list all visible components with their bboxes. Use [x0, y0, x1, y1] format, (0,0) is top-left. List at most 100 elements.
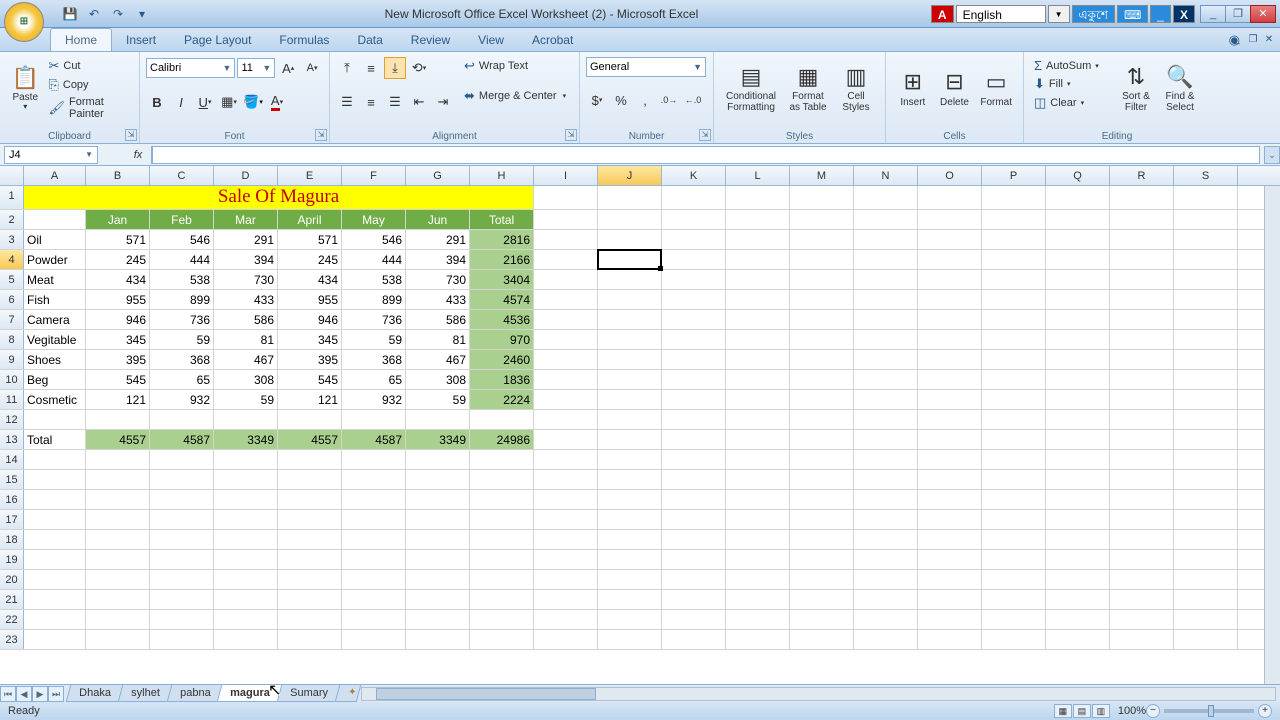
cell[interactable] [1110, 410, 1174, 429]
row-header[interactable]: 2 [0, 210, 24, 229]
cell[interactable] [1110, 490, 1174, 509]
fill-button[interactable]: ⬇Fill▾ [1030, 75, 1114, 93]
cell[interactable] [662, 430, 726, 449]
data-cell[interactable]: 586 [214, 310, 278, 329]
row-header[interactable]: 21 [0, 590, 24, 609]
cell[interactable] [790, 550, 854, 569]
cell[interactable] [598, 370, 662, 389]
column-header[interactable]: N [854, 166, 918, 185]
language-select[interactable]: English [956, 5, 1046, 23]
cell[interactable] [1110, 350, 1174, 369]
cell[interactable] [598, 530, 662, 549]
cell[interactable] [470, 490, 534, 509]
data-cell[interactable]: 291 [214, 230, 278, 249]
cell[interactable] [726, 550, 790, 569]
cell[interactable] [534, 510, 598, 529]
cell[interactable] [24, 630, 86, 649]
cell[interactable] [406, 490, 470, 509]
column-header[interactable]: J [598, 166, 662, 185]
cell[interactable] [598, 210, 662, 229]
font-dialog-icon[interactable]: ⇲ [315, 129, 327, 141]
cell[interactable] [790, 450, 854, 469]
row-header[interactable]: 14 [0, 450, 24, 469]
cell[interactable] [598, 570, 662, 589]
italic-button[interactable]: I [170, 91, 192, 113]
header-cell[interactable]: Total [470, 210, 534, 229]
cell[interactable] [662, 250, 726, 269]
underline-button[interactable]: U▾ [194, 91, 216, 113]
cell[interactable] [790, 310, 854, 329]
cell[interactable] [918, 186, 982, 209]
header-cell[interactable]: Feb [150, 210, 214, 229]
label-cell[interactable]: Oil [24, 230, 86, 249]
cell[interactable] [1046, 210, 1110, 229]
cell[interactable] [1174, 490, 1238, 509]
cell[interactable] [1110, 250, 1174, 269]
cell[interactable] [534, 430, 598, 449]
cell[interactable] [854, 350, 918, 369]
data-cell[interactable]: 586 [406, 310, 470, 329]
paste-button[interactable]: 📋Paste▾ [6, 55, 44, 123]
cell[interactable] [854, 390, 918, 409]
cell[interactable] [278, 530, 342, 549]
row-header[interactable]: 4 [0, 250, 24, 269]
cell[interactable] [1046, 590, 1110, 609]
cell[interactable] [1110, 630, 1174, 649]
cell[interactable] [918, 490, 982, 509]
total-cell[interactable]: 4587 [150, 430, 214, 449]
cell[interactable] [918, 450, 982, 469]
cell[interactable] [86, 510, 150, 529]
page-layout-view-icon[interactable]: ▤ [1073, 704, 1091, 718]
clipboard-dialog-icon[interactable]: ⇲ [125, 129, 137, 141]
cell[interactable] [470, 530, 534, 549]
data-cell[interactable]: 899 [150, 290, 214, 309]
header-cell[interactable] [24, 210, 86, 229]
data-cell[interactable]: 545 [86, 370, 150, 389]
format-painter-button[interactable]: 🖌Format Painter [44, 95, 133, 121]
data-cell[interactable]: 368 [150, 350, 214, 369]
cell[interactable] [790, 210, 854, 229]
column-header[interactable]: Q [1046, 166, 1110, 185]
cell[interactable] [534, 370, 598, 389]
cell[interactable] [1046, 250, 1110, 269]
border-button[interactable]: ▦▾ [218, 91, 240, 113]
cell[interactable] [662, 470, 726, 489]
label-cell[interactable]: Beg [24, 370, 86, 389]
increase-decimal-icon[interactable]: .0→ [658, 89, 680, 111]
cell[interactable] [342, 610, 406, 629]
row-header[interactable]: 7 [0, 310, 24, 329]
row-header[interactable]: 13 [0, 430, 24, 449]
cell[interactable] [342, 590, 406, 609]
data-cell[interactable]: 538 [150, 270, 214, 289]
cell[interactable] [918, 310, 982, 329]
data-cell[interactable]: 730 [214, 270, 278, 289]
sheet-nav-last-icon[interactable]: ⏭ [48, 686, 64, 702]
grow-font-icon[interactable]: A▴ [277, 57, 299, 79]
data-cell[interactable]: 946 [278, 310, 342, 329]
cell[interactable] [918, 330, 982, 349]
cell[interactable] [24, 610, 86, 629]
cell[interactable] [214, 490, 278, 509]
cell[interactable] [918, 250, 982, 269]
cell[interactable] [854, 450, 918, 469]
data-cell[interactable]: 467 [406, 350, 470, 369]
cell[interactable] [662, 230, 726, 249]
save-icon[interactable]: 💾 [60, 4, 80, 24]
cell[interactable] [534, 330, 598, 349]
cell[interactable] [1046, 550, 1110, 569]
data-cell[interactable]: 3404 [470, 270, 534, 289]
cell[interactable] [278, 570, 342, 589]
comma-icon[interactable]: , [634, 89, 656, 111]
cell[interactable] [790, 370, 854, 389]
data-cell[interactable]: 368 [342, 350, 406, 369]
data-cell[interactable]: 291 [406, 230, 470, 249]
cell[interactable] [982, 570, 1046, 589]
cell[interactable] [918, 570, 982, 589]
cell[interactable] [406, 530, 470, 549]
header-cell[interactable]: Mar [214, 210, 278, 229]
merge-center-button[interactable]: ⬌Merge & Center▾ [460, 87, 570, 105]
column-header[interactable]: I [534, 166, 598, 185]
cell[interactable] [854, 410, 918, 429]
cell[interactable] [918, 370, 982, 389]
cell[interactable] [854, 470, 918, 489]
